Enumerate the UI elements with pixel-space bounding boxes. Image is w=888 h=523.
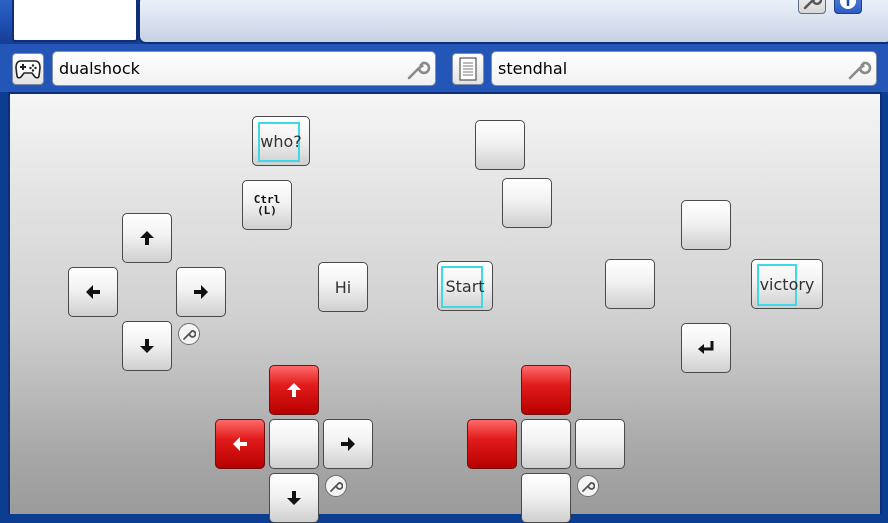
left-stick-right[interactable] [323,419,373,469]
keymap-value: stendhal [498,59,568,78]
left-stick-down[interactable] [269,473,319,523]
keymap-select-field[interactable]: stendhal [491,51,877,86]
dpad-right-button[interactable] [176,267,226,317]
controller-value: dualshock [59,59,140,78]
help-button[interactable] [834,0,862,14]
wrench-icon[interactable] [405,56,431,82]
right-stick-center[interactable] [521,419,571,469]
top-panel [0,0,888,44]
left-stick-left[interactable] [215,419,265,469]
left-stick-up[interactable] [269,365,319,415]
select-label: Hi [334,277,352,297]
left-stick-config-button[interactable] [325,475,347,497]
dpad-up-button[interactable] [122,213,172,263]
arrow-up-icon [140,231,154,245]
arrow-left-icon [86,285,100,299]
start-button[interactable]: Start [437,261,493,311]
settings-button[interactable] [798,0,826,14]
left-stick-center[interactable] [269,419,319,469]
face-right-label: victory [759,274,815,294]
profile-tab[interactable] [12,0,138,42]
wrench-icon [330,482,343,492]
arrow-down-icon [140,339,154,353]
shoulder-button-l1[interactable]: Ctrl (L) [242,180,292,230]
controller-select-field[interactable]: dualshock [52,51,436,86]
shoulder-button-r1[interactable] [502,178,552,228]
notepad-icon [459,57,477,81]
right-stick-config-button[interactable] [577,475,599,497]
dpad-left-button[interactable] [68,267,118,317]
wrench-icon [803,0,822,10]
right-stick-left[interactable] [467,419,517,469]
shoulder-button-r2[interactable] [475,120,525,170]
face-button-top[interactable] [681,200,731,250]
arrow-right-icon [194,285,208,299]
face-button-bottom[interactable] [681,323,731,373]
top-content-frame [138,0,888,44]
l2-label: who? [260,131,302,151]
help-icon [840,0,856,9]
gamepad-icon [15,60,41,79]
right-stick-right[interactable] [575,419,625,469]
right-stick-down[interactable] [521,473,571,523]
arrow-right-icon [341,437,355,451]
controller-icon-button[interactable] [12,53,44,85]
right-stick-up[interactable] [521,365,571,415]
dpad-config-button[interactable] [178,323,200,345]
dpad-down-button[interactable] [122,321,172,371]
arrow-down-icon [287,491,301,505]
keymap-icon-button[interactable] [452,53,484,85]
face-button-left[interactable] [605,259,655,309]
start-label: Start [445,276,485,296]
enter-icon [698,341,714,354]
ctrl-side-label: (L) [257,204,277,217]
select-button[interactable]: Hi [318,262,368,312]
face-button-right[interactable]: victory [751,259,823,309]
wrench-icon[interactable] [846,56,872,82]
wrench-icon [183,330,196,340]
wrench-icon [582,482,595,492]
shoulder-button-l2[interactable]: who? [252,116,310,166]
arrow-up-icon [287,383,301,397]
arrow-left-icon [233,437,247,451]
